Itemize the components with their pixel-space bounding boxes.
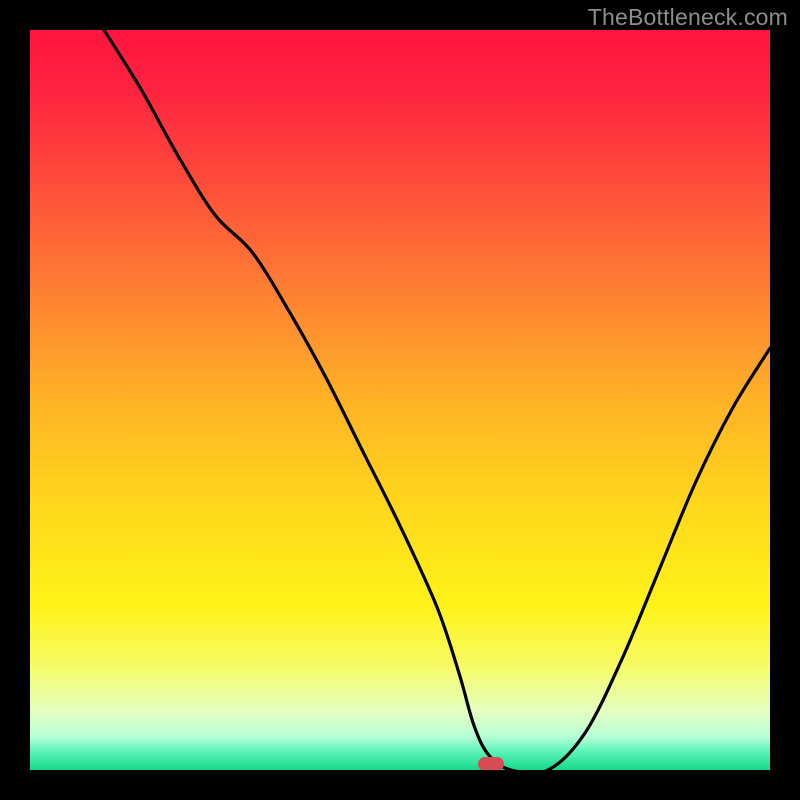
bottleneck-curve	[30, 30, 770, 770]
chart-frame: TheBottleneck.com	[0, 0, 800, 800]
watermark-text: TheBottleneck.com	[588, 4, 788, 31]
optimal-marker	[478, 757, 504, 770]
plot-area	[30, 30, 770, 770]
